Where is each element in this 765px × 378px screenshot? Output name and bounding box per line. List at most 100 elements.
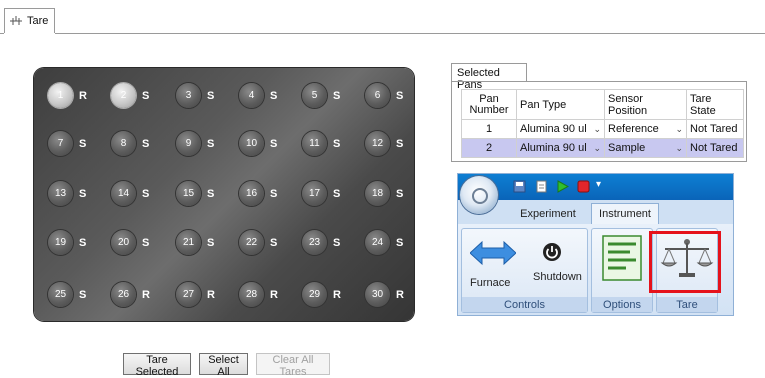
pan-type-9: S xyxy=(207,137,215,150)
pan-position-27[interactable]: 27 R xyxy=(176,282,215,307)
pan-type-26: R xyxy=(142,288,150,301)
pan-type-19: S xyxy=(79,236,87,249)
stop-icon[interactable] xyxy=(577,180,590,193)
pan-position-11[interactable]: 11 S xyxy=(302,131,340,156)
pan-position-1[interactable]: 1R xyxy=(48,83,87,108)
pan-number-8: 8 xyxy=(111,131,136,156)
tab-tare-label: Tare xyxy=(27,15,49,27)
pan-position-18[interactable]: 18 S xyxy=(365,181,403,206)
pan-position-4[interactable]: 4S xyxy=(239,83,277,108)
pan-position-6[interactable]: 6S xyxy=(365,83,403,108)
tab-instrument[interactable]: Instrument xyxy=(591,203,659,224)
power-icon[interactable] xyxy=(542,242,562,265)
pan-position-9[interactable]: 9S xyxy=(176,131,214,156)
pan-position-13[interactable]: 13 S xyxy=(48,181,86,206)
pan-position-22[interactable]: 22 S xyxy=(239,230,277,255)
pan-position-2[interactable]: 2S xyxy=(111,83,149,108)
column-header-tare-state: Tare State xyxy=(686,89,744,120)
pan-type-4: S xyxy=(270,89,278,102)
group-options: Options xyxy=(591,228,653,313)
dropdown-icon[interactable]: ▾ xyxy=(596,179,608,192)
tare-highlight-box xyxy=(649,231,721,293)
pan-type-23: S xyxy=(333,236,341,249)
pan-position-26[interactable]: 26 R xyxy=(111,282,150,307)
ribbon-tab-row: Experiment Instrument xyxy=(458,200,733,224)
pan-type-25: S xyxy=(79,288,87,301)
sensor-position-select[interactable]: Reference ⌄ xyxy=(604,119,687,139)
pan-position-20[interactable]: 20 S xyxy=(111,230,149,255)
clear-all-tares-button: Clear All Tares xyxy=(256,353,330,378)
app-orb-icon[interactable] xyxy=(460,176,498,214)
pan-number-3: 3 xyxy=(176,83,201,108)
pan-position-17[interactable]: 17 S xyxy=(302,181,340,206)
pan-type-20: S xyxy=(142,236,150,249)
save-icon[interactable] xyxy=(513,180,526,193)
pan-number-29: 29 xyxy=(302,282,327,307)
pan-number-16: 16 xyxy=(239,181,264,206)
pan-position-10[interactable]: 10 S xyxy=(239,131,277,156)
chevron-down-icon[interactable]: ⌄ xyxy=(589,143,601,154)
pan-type-16: S xyxy=(270,187,278,200)
pan-type-select[interactable]: Alumina 90 ul ⌄ xyxy=(516,119,605,139)
pan-position-29[interactable]: 29 R xyxy=(302,282,341,307)
pan-number-2: 2 xyxy=(111,83,136,108)
pan-position-16[interactable]: 16 S xyxy=(239,181,277,206)
pan-position-21[interactable]: 21 S xyxy=(176,230,214,255)
pan-number-9: 9 xyxy=(176,131,201,156)
furnace-arrows-icon[interactable] xyxy=(469,240,517,269)
pan-position-8[interactable]: 8S xyxy=(111,131,149,156)
pan-type-15: S xyxy=(207,187,215,200)
cell-tare-state: Not Tared xyxy=(686,119,744,139)
furnace-button[interactable]: Furnace xyxy=(470,277,510,289)
document-icon[interactable] xyxy=(535,180,548,193)
selected-pans-grid: Pan Number Pan Type Sensor Position Tare… xyxy=(461,89,744,158)
tab-experiment[interactable]: Experiment xyxy=(514,203,582,224)
chevron-down-icon[interactable]: ⌄ xyxy=(671,143,683,154)
pan-type-30: R xyxy=(396,288,404,301)
pan-position-23[interactable]: 23 S xyxy=(302,230,340,255)
pan-number-30: 30 xyxy=(365,282,390,307)
pan-position-25[interactable]: 25 S xyxy=(48,282,86,307)
tab-selected-pans[interactable]: Selected Pans xyxy=(451,63,527,91)
group-controls: Furnace Shutdown Controls xyxy=(461,228,588,313)
pan-position-15[interactable]: 15 S xyxy=(176,181,214,206)
pan-number-17: 17 xyxy=(302,181,327,206)
pan-number-11: 11 xyxy=(302,131,327,156)
chevron-down-icon[interactable]: ⌄ xyxy=(589,124,601,135)
pan-position-19[interactable]: 19 S xyxy=(48,230,86,255)
chevron-down-icon[interactable]: ⌄ xyxy=(671,124,683,135)
autosampler-tray: 1 R 2 S 3 S 4 S 5 S 6 S 7 S 8 S 9 S 10 S 11 S 12 S 13 S 14 S 15 S 16 S 1… xyxy=(34,68,414,321)
pan-type-7: S xyxy=(79,137,87,150)
pan-position-24[interactable]: 24 S xyxy=(365,230,403,255)
pan-position-7[interactable]: 7S xyxy=(48,131,86,156)
pan-type-select[interactable]: Alumina 90 ul ⌄ xyxy=(516,138,605,158)
tare-selected-button[interactable]: Tare Selected xyxy=(123,353,191,378)
table-row[interactable]: 1 Alumina 90 ul ⌄ Reference ⌄ Not Tared xyxy=(461,119,744,139)
pan-type-2: S xyxy=(142,89,150,102)
tab-divider xyxy=(55,33,765,34)
pan-position-30[interactable]: 30 R xyxy=(365,282,404,307)
pan-number-15: 15 xyxy=(176,181,201,206)
options-list-icon[interactable] xyxy=(602,235,642,284)
pan-position-28[interactable]: 28 R xyxy=(239,282,278,307)
pan-position-12[interactable]: 12 S xyxy=(365,131,403,156)
pan-type-27: R xyxy=(207,288,215,301)
pan-position-5[interactable]: 5S xyxy=(302,83,340,108)
pan-type-6: S xyxy=(396,89,404,102)
pan-type-1: R xyxy=(79,89,87,102)
pan-number-18: 18 xyxy=(365,181,390,206)
pan-number-7: 7 xyxy=(48,131,73,156)
pan-number-5: 5 xyxy=(302,83,327,108)
select-all-button[interactable]: Select All xyxy=(199,353,248,378)
sensor-position-select[interactable]: Sample ⌄ xyxy=(604,138,687,158)
pan-position-14[interactable]: 14 S xyxy=(111,181,149,206)
pan-type-21: S xyxy=(207,236,215,249)
play-icon[interactable] xyxy=(556,180,570,193)
shutdown-button[interactable]: Shutdown xyxy=(533,271,582,283)
pan-position-3[interactable]: 3S xyxy=(176,83,214,108)
table-row[interactable]: 2 Alumina 90 ul ⌄ Sample ⌄ Not Tared xyxy=(461,138,744,158)
pan-number-28: 28 xyxy=(239,282,264,307)
pan-type-value: Alumina 90 ul xyxy=(520,123,587,135)
cell-pan-number: 2 xyxy=(461,138,517,158)
tab-tare[interactable]: Tare xyxy=(4,8,55,33)
